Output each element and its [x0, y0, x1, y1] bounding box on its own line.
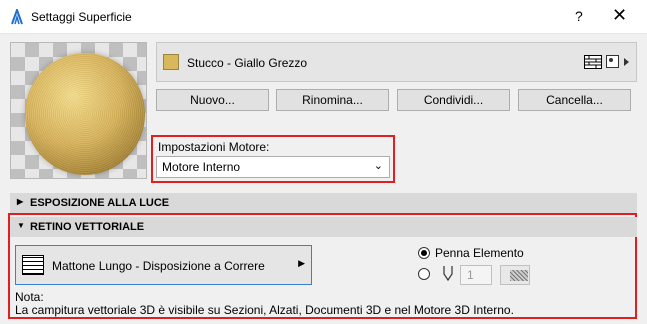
section-exposure[interactable]: ▶ ESPOSIZIONE ALLA LUCE	[10, 193, 637, 213]
pen-number-field[interactable]: 1	[460, 265, 492, 285]
hatch-label: Mattone Lungo - Disposizione a Correre	[52, 259, 265, 273]
window-title: Settaggi Superficie	[31, 10, 132, 24]
title-bar: Settaggi Superficie ? ✕	[0, 0, 647, 34]
section-vector-hatch[interactable]: ▼ RETINO VETTORIALE	[10, 217, 637, 237]
engine-select[interactable]: Motore Interno ⌄	[156, 156, 390, 178]
material-selector[interactable]: Stucco - Giallo Grezzo	[156, 42, 637, 82]
pen-icon	[443, 266, 453, 282]
image-icon	[606, 55, 619, 68]
archicad-app-icon	[11, 9, 23, 25]
new-button[interactable]: Nuovo...	[156, 89, 269, 111]
rename-button[interactable]: Rinomina...	[276, 89, 389, 111]
delete-button[interactable]: Cancella...	[518, 89, 631, 111]
brick-pattern-icon	[584, 55, 602, 69]
triangle-down-icon: ▼	[17, 221, 25, 230]
pen-color-swatch[interactable]	[500, 265, 530, 285]
sphere-texture	[25, 53, 145, 175]
material-name: Stucco - Giallo Grezzo	[187, 56, 308, 70]
note-text: La campitura vettoriale 3D è visibile su…	[15, 303, 514, 317]
material-icons	[584, 55, 630, 69]
pen-element-label: Penna Elemento	[435, 246, 524, 260]
note-label: Nota:	[15, 290, 44, 304]
section-vector-label: RETINO VETTORIALE	[30, 221, 145, 233]
close-button[interactable]: ✕	[612, 5, 627, 26]
engine-value: Motore Interno	[162, 160, 241, 174]
pen-pattern-icon	[510, 270, 528, 281]
brick-hatch-icon	[22, 255, 44, 275]
pen-element-radio[interactable]	[418, 247, 430, 259]
material-swatch	[163, 54, 179, 70]
triangle-right-icon: ▶	[17, 197, 24, 206]
share-button[interactable]: Condividi...	[397, 89, 510, 111]
help-button[interactable]: ?	[575, 8, 583, 24]
hatch-selector[interactable]: Mattone Lungo - Disposizione a Correre ▶	[15, 245, 312, 285]
arrow-right-icon[interactable]	[624, 55, 630, 69]
section-exposure-label: ESPOSIZIONE ALLA LUCE	[30, 197, 170, 209]
engine-label: Impostazioni Motore:	[158, 140, 270, 154]
chevron-down-icon: ⌄	[373, 160, 383, 172]
material-preview	[10, 42, 147, 179]
arrow-right-icon: ▶	[298, 258, 305, 268]
pen-custom-radio[interactable]	[418, 268, 430, 280]
